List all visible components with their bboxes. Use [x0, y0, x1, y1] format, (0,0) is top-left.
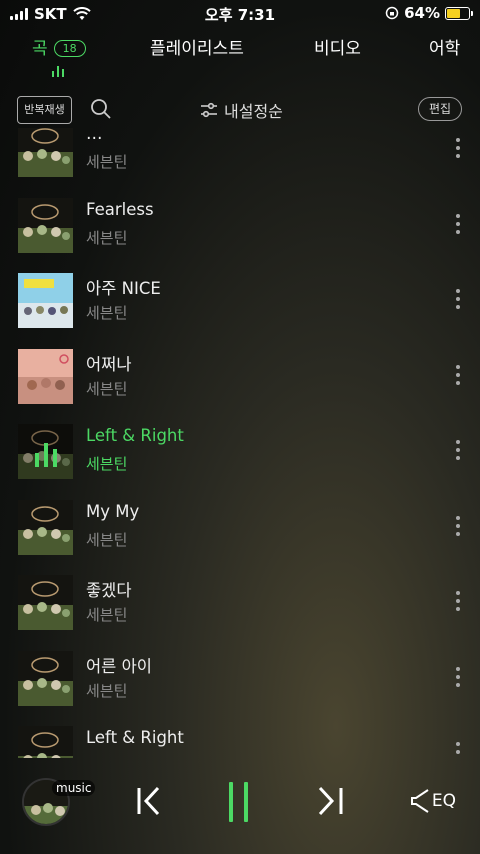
song-title: Fearless — [86, 199, 154, 219]
eq-label: EQ — [431, 791, 456, 811]
album-cover — [18, 499, 73, 555]
more-options-icon[interactable] — [456, 213, 460, 234]
more-options-icon[interactable] — [456, 440, 460, 460]
song-artist: 세븐틴 — [86, 530, 128, 549]
song-row[interactable]: Left & Right 세븐틴 — [0, 416, 480, 491]
tab-language[interactable]: 어학 — [429, 34, 460, 59]
speaker-icon — [410, 789, 429, 813]
pause-button[interactable] — [226, 780, 252, 828]
tab-videos[interactable]: 비디오 — [314, 34, 361, 59]
repeat-button[interactable]: 반복재생 — [17, 96, 72, 124]
previous-button[interactable] — [134, 784, 164, 822]
source-label: music — [52, 780, 96, 796]
tab-songs[interactable]: 곡 18 — [32, 34, 86, 59]
sort-label: 내설정순 — [224, 102, 283, 121]
song-title: Left & Right — [86, 728, 184, 747]
song-row[interactable]: My My 세븐틴 — [0, 492, 480, 567]
category-tabs: 곡 18 플레이리스트 비디오 어학 — [0, 34, 480, 64]
battery-icon — [445, 6, 473, 20]
now-playing-bars-icon — [18, 424, 73, 479]
tab-songs-label: 곡 — [32, 39, 48, 59]
more-options-icon[interactable] — [456, 666, 460, 687]
album-cover — [18, 273, 73, 328]
more-options-icon[interactable] — [456, 515, 460, 536]
more-options-icon[interactable] — [456, 364, 460, 385]
song-artist: 세븐틴 — [86, 681, 128, 700]
song-title: 어쩌나 — [86, 354, 132, 374]
mini-player: music EQ — [0, 754, 480, 854]
edit-button[interactable]: 편집 — [418, 97, 462, 121]
song-row[interactable]: Fearless 세븐틴 — [0, 190, 480, 265]
song-artist: 세븐틴 — [86, 455, 128, 473]
song-artist: 세븐틴 — [86, 304, 128, 322]
list-toolbar: 반복재생 내설정순 편집 — [0, 94, 480, 128]
song-row[interactable]: Left & Right세븐틴 — [0, 718, 480, 758]
sort-button[interactable]: 내설정순 — [200, 98, 283, 122]
song-row[interactable]: 좋겠다세븐틴 — [0, 567, 480, 642]
song-title: Left & Right — [86, 426, 184, 445]
album-cover — [18, 650, 73, 706]
search-icon[interactable] — [90, 98, 112, 124]
album-cover — [18, 197, 73, 253]
song-artist: 세븐틴 — [86, 379, 128, 398]
song-title: My My — [86, 501, 140, 521]
equalizer-indicator-icon — [52, 65, 64, 77]
next-icon — [318, 786, 343, 816]
tab-playlists[interactable]: 플레이리스트 — [150, 34, 244, 59]
more-options-icon[interactable] — [456, 138, 460, 158]
song-title: 어른 아이 — [86, 656, 152, 676]
song-title: … — [86, 128, 103, 143]
album-cover — [18, 128, 73, 177]
song-title: 아주 NICE — [86, 279, 161, 298]
song-artist: 세븐틴 — [86, 228, 128, 247]
pause-icon — [229, 782, 248, 822]
song-artist: 세븐틴 — [86, 606, 128, 624]
song-row[interactable]: 어쩌나세븐틴 — [0, 341, 480, 416]
song-row[interactable]: 어른 아이세븐틴 — [0, 643, 480, 718]
status-bar: SKT 오후 7:31 64% — [0, 0, 480, 28]
more-options-icon[interactable] — [456, 289, 460, 309]
next-button[interactable] — [316, 784, 346, 822]
song-artist: 세븐틴 — [86, 153, 128, 171]
song-count-badge: 18 — [53, 40, 86, 57]
album-cover — [18, 575, 73, 630]
song-row[interactable]: … 세븐틴 — [0, 128, 480, 189]
more-options-icon[interactable] — [456, 591, 460, 611]
song-row[interactable]: 아주 NICE 세븐틴 — [0, 265, 480, 340]
sliders-icon — [201, 102, 217, 118]
eq-button[interactable]: EQ — [410, 788, 456, 814]
song-list: … 세븐틴 Fearless 세븐틴 아주 NICE 세븐틴 어쩌나 세븐틴 Left & Ri… — [0, 128, 480, 758]
previous-icon — [137, 786, 160, 816]
album-cover — [18, 348, 73, 404]
battery-percent: 64% — [404, 4, 440, 22]
song-title: 좋겠다 — [86, 581, 132, 600]
rotation-lock-icon — [385, 6, 399, 20]
